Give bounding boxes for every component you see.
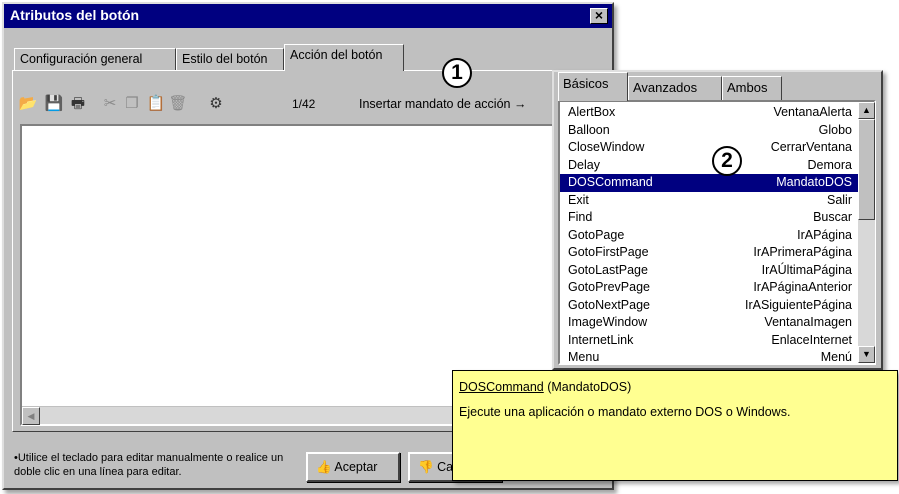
tab-label: Acción del botón — [290, 48, 383, 62]
cancel-label: Ca — [437, 460, 454, 474]
callout-2: 2 — [712, 146, 742, 176]
tab-label: Básicos — [563, 76, 609, 91]
command-translation: IrASiguientePágina — [744, 297, 852, 312]
tooltip-heading: DOSCommand (MandatoDOS) — [459, 380, 631, 394]
command-translation: IrAPrimeraPágina — [753, 245, 852, 259]
command-list[interactable]: AlertBox VentanaAlerta Balloon Globo CloseWi… — [558, 100, 876, 365]
toolbar: 📂 💾 🖶 ✂ ❐ 📋 🗑 ⚙ 1/42 Insertar mandato de… — [18, 94, 598, 116]
dialog-title: Atributos del botón — [10, 7, 140, 23]
command-translation: EnlaceInternet — [771, 332, 852, 347]
close-button[interactable]: × — [590, 8, 608, 24]
tooltip-translation: (MandatoDOS) — [543, 380, 632, 394]
command-translation: IrAPágina — [797, 227, 852, 242]
command-list-item[interactable]: CloseWindow CerrarVentana — [560, 139, 858, 157]
command-name: GotoNextPage — [568, 297, 650, 312]
paste-icon[interactable]: 📋 — [146, 94, 166, 114]
delete-icon[interactable]: 🗑 — [168, 94, 188, 114]
tab-label: Estilo del botón — [182, 52, 268, 66]
command-list-item[interactable]: DOSCommand MandatoDOS — [560, 174, 858, 192]
ok-label: Aceptar — [334, 460, 378, 474]
tab-label: Avanzados — [633, 80, 698, 95]
tab-label: Configuración general — [20, 52, 143, 66]
command-translation: Globo — [818, 122, 852, 137]
ok-icon: 👍 — [316, 460, 332, 474]
command-name: GotoFirstPage — [568, 245, 649, 259]
command-translation: IrAPáginaAnterior — [753, 280, 852, 294]
command-name: GotoPrevPage — [568, 280, 650, 294]
edit-hint: •Utilice el teclado para editar manualme… — [14, 452, 284, 478]
command-name: Exit — [568, 192, 589, 207]
callout-1: 1 — [442, 58, 472, 88]
command-list-item[interactable]: GotoPage IrAPágina — [560, 227, 858, 245]
command-name: CloseWindow — [568, 140, 645, 154]
action-command-popup: Básicos Avanzados Ambos AlertBox VentanaA… — [552, 70, 883, 370]
title-bar[interactable]: Atributos del botón × — [4, 4, 612, 28]
command-list-item[interactable]: ImageWindow VentanaImagen — [560, 314, 858, 332]
command-name: GotoLastPage — [568, 262, 648, 277]
command-list-item[interactable]: InternetLink EnlaceInternet — [560, 332, 858, 350]
command-translation: VentanaAlerta — [773, 105, 852, 119]
command-list-item[interactable]: AlertBox VentanaAlerta — [560, 104, 858, 122]
tab-button-style[interactable]: Estilo del botón — [176, 48, 284, 70]
command-name: Menu — [568, 350, 600, 364]
command-name: Delay — [568, 157, 600, 172]
command-list-item[interactable]: GotoFirstPage IrAPrimeraPágina — [560, 244, 858, 262]
page-count: 1/42 — [292, 97, 316, 111]
tab-basic[interactable]: Básicos — [558, 72, 628, 101]
command-translation: CerrarVentana — [770, 140, 852, 154]
open-icon[interactable]: 📂 — [18, 94, 38, 114]
command-list-item[interactable]: GotoPrevPage IrAPáginaAnterior — [560, 279, 858, 297]
scroll-down-icon[interactable]: ▼ — [858, 346, 875, 363]
command-translation: Demora — [807, 157, 852, 172]
command-list-item[interactable]: GotoNextPage IrASiguientePágina — [560, 297, 858, 315]
command-list-item[interactable]: Exit Salir — [560, 192, 858, 210]
scroll-left-icon[interactable]: ◀ — [22, 407, 40, 425]
scroll-up-icon[interactable]: ▲ — [858, 102, 875, 119]
command-name: AlertBox — [568, 105, 616, 119]
command-translation: Menú — [820, 350, 852, 364]
ok-button[interactable]: 👍 Aceptar — [306, 452, 400, 482]
tab-label: Ambos — [727, 80, 768, 95]
tooltip-command-link[interactable]: DOSCommand — [459, 380, 544, 394]
command-list-item[interactable]: GotoLastPage IrAÚltimaPágina — [560, 262, 858, 280]
command-translation: VentanaImagen — [764, 315, 852, 329]
cancel-icon: 👎 — [418, 460, 434, 474]
command-name: DOSCommand — [568, 175, 653, 189]
tab-both[interactable]: Ambos — [722, 76, 782, 100]
command-name: ImageWindow — [568, 315, 648, 329]
tab-button-action[interactable]: Acción del botón — [284, 44, 404, 71]
tooltip-description: Ejecute una aplicación o mandato externo… — [459, 405, 791, 419]
command-list-item[interactable]: Delay Demora — [560, 157, 858, 175]
command-list-item[interactable]: Find Buscar — [560, 209, 858, 227]
scroll-thumb[interactable] — [858, 119, 875, 220]
command-name: Find — [568, 210, 593, 224]
command-translation: IrAÚltimaPágina — [761, 262, 852, 277]
command-translation: Salir — [826, 192, 852, 207]
print-icon[interactable]: 🖶 — [68, 94, 88, 114]
insert-action-command[interactable]: Insertar mandato de acción → — [359, 97, 526, 111]
save-icon[interactable]: 💾 — [44, 94, 64, 114]
tab-advanced[interactable]: Avanzados — [628, 76, 722, 100]
command-tooltip: DOSCommand (MandatoDOS) Ejecute una apli… — [452, 370, 898, 481]
command-translation: MandatoDOS — [776, 175, 852, 189]
copy-icon[interactable]: ❐ — [122, 94, 142, 114]
command-list-item[interactable]: Menu Menú — [560, 349, 858, 367]
cut-icon[interactable]: ✂ — [100, 94, 120, 114]
vertical-scrollbar[interactable]: ▲ ▼ — [858, 102, 875, 363]
tab-general-settings[interactable]: Configuración general — [14, 48, 176, 70]
command-name: GotoPage — [568, 227, 625, 242]
command-list-item[interactable]: Balloon Globo — [560, 122, 858, 140]
command-translation: Buscar — [813, 210, 852, 224]
settings-icon[interactable]: ⚙ — [206, 94, 226, 114]
command-name: InternetLink — [568, 332, 634, 347]
command-name: Balloon — [568, 122, 610, 137]
